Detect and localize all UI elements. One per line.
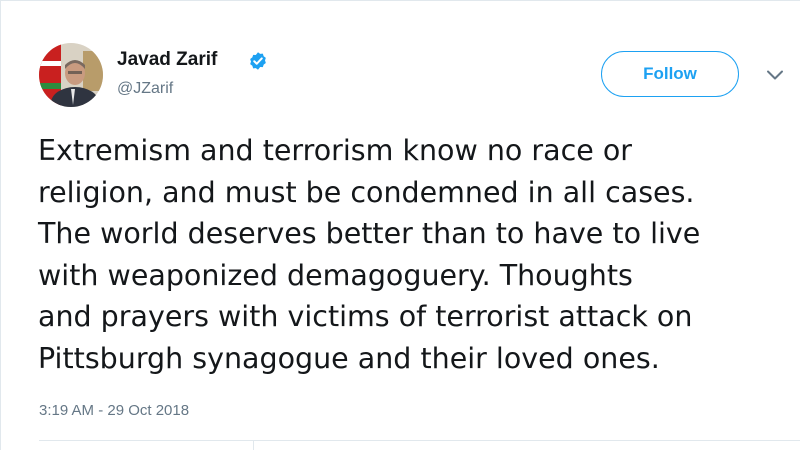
author-display-name[interactable]: Javad Zarif (117, 49, 217, 71)
tweet-text-line: with weaponized demagoguery. Thoughts (38, 258, 633, 292)
tweet-text-line: and prayers with victims of terrorist at… (38, 300, 693, 333)
tweet-text-line: Pittsburgh synagogue and their loved one… (38, 341, 660, 375)
verified-badge-icon (250, 52, 266, 70)
tweet-text: Extremism and terrorism know no race or … (38, 130, 788, 379)
tweet-card: Javad Zarif @JZarif Follow Extremism and… (0, 0, 800, 450)
chevron-down-icon[interactable] (766, 69, 784, 81)
tweet-timestamp[interactable]: 3:19 AM - 29 Oct 2018 (39, 402, 189, 419)
tweet-text-line: Extremism and terrorism know no race or (38, 134, 632, 167)
avatar-photo-icon (39, 43, 103, 107)
tweet-text-line: The world deserves better than to have t… (38, 217, 701, 250)
divider-tick (253, 441, 254, 450)
author-avatar[interactable] (39, 43, 103, 107)
divider (39, 440, 800, 441)
follow-button[interactable]: Follow (601, 51, 739, 97)
tweet-text-line: religion, and must be condemned in all c… (38, 175, 695, 209)
author-handle[interactable]: @JZarif (117, 80, 173, 98)
